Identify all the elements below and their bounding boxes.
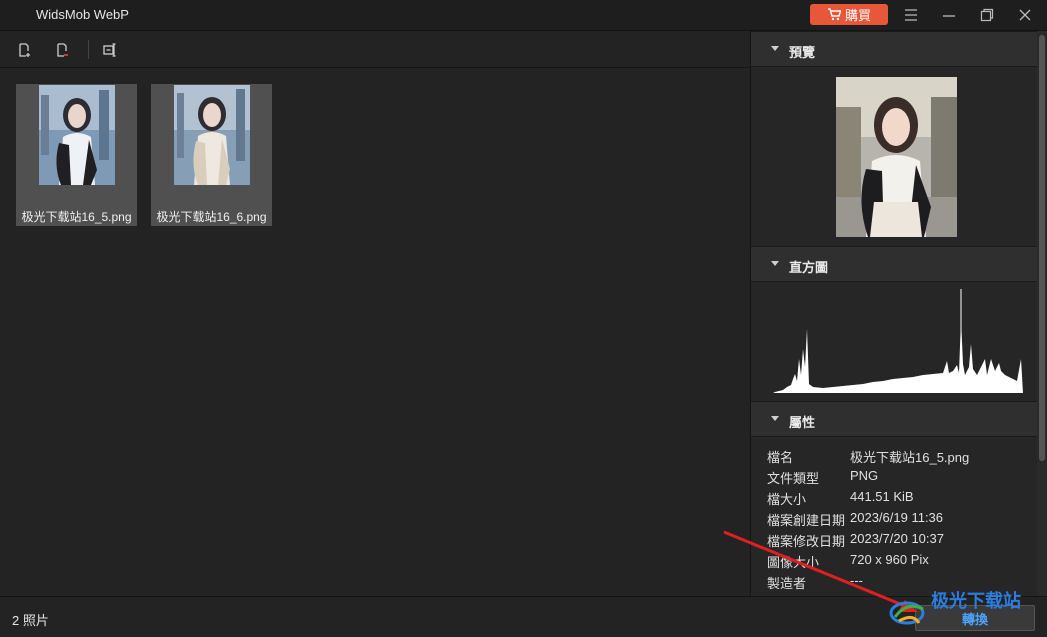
histogram-chart xyxy=(773,289,1023,393)
menu-button[interactable] xyxy=(901,6,921,24)
photo-thumbnail[interactable]: 极光下载站16_5.png xyxy=(16,84,137,226)
property-row: 檔大小 441.51 KiB xyxy=(767,487,1032,508)
status-bar: 2 照片 轉換 xyxy=(0,596,1047,637)
property-value: PNG xyxy=(850,468,879,483)
convert-label: 轉換 xyxy=(961,611,988,627)
photo-filename: 极光下载站16_6.png xyxy=(156,210,267,224)
collapse-triangle-icon xyxy=(771,46,779,51)
property-row: 文件類型 PNG xyxy=(767,466,1032,487)
close-button[interactable] xyxy=(1015,6,1035,24)
collapse-triangle-icon xyxy=(771,416,779,421)
close-icon xyxy=(1019,9,1031,21)
remove-photo-button[interactable] xyxy=(52,40,72,60)
add-photo-button[interactable] xyxy=(14,40,34,60)
minimize-icon xyxy=(943,15,955,17)
restore-icon xyxy=(980,8,994,22)
photo-grid: 极光下载站16_5.png 极光下载站16_6.png xyxy=(0,68,750,596)
property-key: 圖像大小 xyxy=(767,555,820,570)
preview-section-header[interactable]: 預覽 xyxy=(751,31,1038,67)
buy-label: 購買 xyxy=(844,8,871,23)
property-value: --- xyxy=(850,573,863,588)
preview-title: 預覽 xyxy=(789,45,816,60)
rename-button[interactable] xyxy=(100,40,120,60)
scrollbar-thumb[interactable] xyxy=(1039,35,1045,461)
photo-thumbnail[interactable]: 极光下载站16_6.png xyxy=(151,84,272,226)
minimize-button[interactable] xyxy=(939,6,959,24)
app-title: WidsMob WebP xyxy=(36,7,129,22)
title-bar: WidsMob WebP 購買 xyxy=(0,0,1047,31)
property-row: 圖像大小 720 x 960 Pix xyxy=(767,550,1032,571)
property-key: 檔名 xyxy=(767,450,794,465)
panel-scrollbar[interactable] xyxy=(1037,31,1047,596)
buy-button[interactable]: 購買 xyxy=(810,4,888,25)
property-value: 2023/6/19 11:36 xyxy=(850,510,944,525)
property-row: 製造者 --- xyxy=(767,571,1032,592)
property-value: 极光下载站16_5.png xyxy=(850,450,970,465)
photo-count: 2 照片 xyxy=(12,613,49,628)
property-key: 製造者 xyxy=(767,576,807,591)
toolbar xyxy=(0,31,750,68)
photo-image xyxy=(174,85,250,185)
remove-file-icon xyxy=(57,43,68,57)
properties-title: 屬性 xyxy=(789,415,816,430)
properties-list: 檔名 极光下载站16_5.png 文件類型 PNG 檔大小 441.51 KiB… xyxy=(767,445,1032,592)
histogram-title: 直方圖 xyxy=(789,260,829,275)
add-file-icon xyxy=(19,43,30,57)
cart-icon xyxy=(827,8,841,21)
toolbar-divider xyxy=(88,40,89,59)
app-window: WidsMob WebP 購買 极光下载站16_5.png 极光下载站16_6.… xyxy=(0,0,1047,637)
property-row: 檔案修改日期 2023/7/20 10:37 xyxy=(767,529,1032,550)
convert-button[interactable]: 轉換 xyxy=(915,605,1035,631)
property-key: 檔案修改日期 xyxy=(767,534,846,549)
photo-filename: 极光下载站16_5.png xyxy=(21,210,132,224)
rename-icon xyxy=(103,43,116,57)
collapse-triangle-icon xyxy=(771,261,779,266)
preview-image xyxy=(836,77,957,237)
info-panel: 預覽 直方圖 屬性 檔名 极光下载站16_5.png 文件類型 PNG 檔大小 … xyxy=(750,31,1038,596)
photo-image xyxy=(39,85,115,185)
property-value: 441.51 KiB xyxy=(850,489,914,504)
property-row: 檔名 极光下载站16_5.png xyxy=(767,445,1032,466)
property-key: 檔案創建日期 xyxy=(767,513,846,528)
maximize-button[interactable] xyxy=(977,6,997,24)
property-value: 720 x 960 Pix xyxy=(850,552,929,567)
histogram-section-header[interactable]: 直方圖 xyxy=(751,246,1038,282)
properties-section-header[interactable]: 屬性 xyxy=(751,401,1038,437)
histogram-area xyxy=(773,319,1023,393)
hamburger-icon xyxy=(905,9,917,21)
property-key: 檔大小 xyxy=(767,492,807,507)
property-row: 檔案創建日期 2023/6/19 11:36 xyxy=(767,508,1032,529)
property-key: 文件類型 xyxy=(767,471,820,486)
property-value: 2023/7/20 10:37 xyxy=(850,531,944,546)
